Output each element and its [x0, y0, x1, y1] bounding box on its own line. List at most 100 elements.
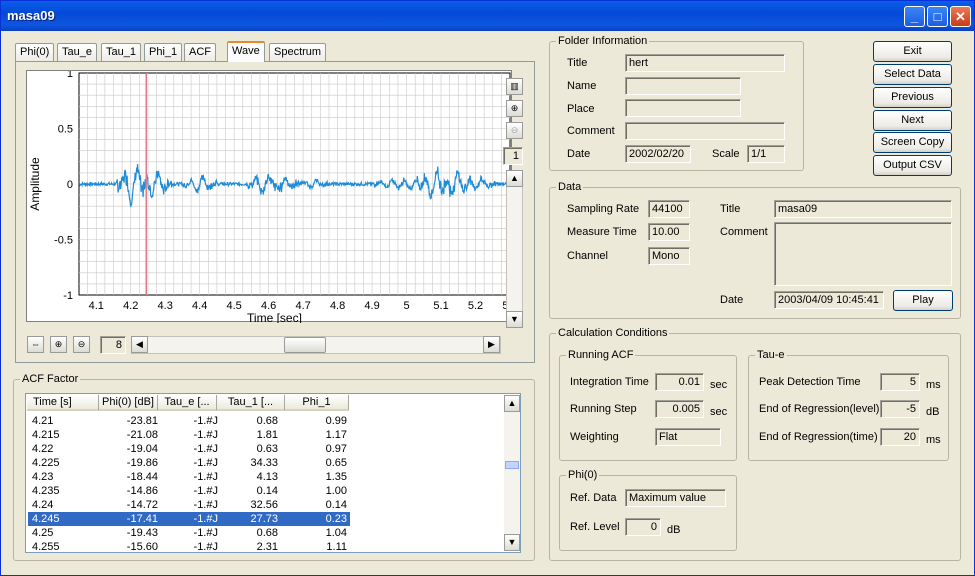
- table-cell: 4.235: [32, 485, 60, 497]
- scroll-down-icon[interactable]: ▼: [506, 311, 523, 328]
- minimize-button[interactable]: _: [904, 6, 925, 27]
- regression-time-label: End of Regression(time): [759, 431, 878, 443]
- close-button[interactable]: ✕: [950, 6, 971, 27]
- table-row[interactable]: 4.245 -17.41 -1.#J 27.73 0.23: [28, 512, 350, 526]
- table-cell: -1.#J: [193, 443, 218, 455]
- integration-time-field[interactable]: 0.01: [655, 373, 704, 391]
- split-icon[interactable]: ▥: [506, 78, 523, 95]
- select-data-button[interactable]: Select Data: [873, 64, 952, 85]
- data-title-label: Title: [720, 203, 741, 215]
- regression-level-field[interactable]: -5: [880, 400, 920, 418]
- table-cell: -18.44: [126, 471, 158, 483]
- horizontal-scrollbar[interactable]: ◀ ▶: [131, 336, 501, 354]
- folder-name-field[interactable]: [625, 77, 741, 95]
- fit-width-icon[interactable]: ⇔: [27, 336, 44, 353]
- h-zoom-in-icon[interactable]: ⊕: [50, 336, 67, 353]
- ref-level-field[interactable]: 0: [625, 518, 661, 536]
- table-cell: 32.56: [250, 499, 278, 511]
- col-phi-1[interactable]: Phi_1: [285, 395, 349, 411]
- x-tick-label: 4.8: [330, 300, 345, 312]
- folder-date-field[interactable]: 2002/02/20: [625, 145, 691, 163]
- scroll-up-icon[interactable]: ▲: [506, 170, 523, 187]
- tab-tau-e[interactable]: Tau_e: [57, 43, 97, 61]
- tab-phi0[interactable]: Phi(0): [15, 43, 55, 61]
- table-row[interactable]: 4.235 -14.86 -1.#J 0.14 1.00: [28, 484, 350, 498]
- running-step-field[interactable]: 0.005: [655, 400, 704, 418]
- col-phi0[interactable]: Phi(0) [dB]: [99, 395, 158, 411]
- col-time[interactable]: Time [s]: [27, 395, 99, 411]
- table-row[interactable]: 4.23 -18.44 -1.#J 4.13 1.35: [28, 470, 350, 484]
- zoom-out-icon[interactable]: ⊖: [506, 122, 523, 139]
- peak-detection-field[interactable]: 5: [880, 373, 920, 391]
- list-scroll-thumb[interactable]: [505, 461, 519, 469]
- table-row[interactable]: 4.215 -21.08 -1.#J 1.81 1.17: [28, 428, 350, 442]
- regression-time-field[interactable]: 20: [880, 428, 920, 446]
- measure-time-field[interactable]: 10.00: [648, 223, 690, 241]
- exit-button[interactable]: Exit: [873, 41, 952, 62]
- weighting-field[interactable]: Flat: [655, 428, 721, 446]
- table-cell: -19.43: [126, 527, 158, 539]
- folder-title-label: Title: [567, 57, 588, 69]
- table-cell: -17.41: [126, 513, 158, 525]
- tab-acf[interactable]: ACF: [184, 43, 216, 61]
- folder-title-field[interactable]: hert: [625, 54, 785, 72]
- scroll-right-icon[interactable]: ▶: [483, 336, 500, 353]
- list-scroll-up-icon[interactable]: ▲: [504, 395, 520, 412]
- table-cell: 27.73: [250, 513, 278, 525]
- folder-scale-field[interactable]: 1/1: [747, 145, 785, 163]
- ref-data-field[interactable]: Maximum value: [625, 489, 726, 507]
- channel-field[interactable]: Mono: [648, 247, 690, 265]
- table-cell: 0.68: [256, 415, 278, 427]
- sampling-rate-field[interactable]: 44100: [648, 200, 690, 218]
- table-cell: 0.63: [256, 443, 278, 455]
- page-value[interactable]: 1: [503, 147, 523, 165]
- y-tick-label: 1: [67, 71, 73, 80]
- table-cell: -1.#J: [193, 457, 218, 469]
- table-row[interactable]: 4.225 -19.86 -1.#J 34.33 0.65: [28, 456, 350, 470]
- col-tau-e[interactable]: Tau_e [...: [158, 395, 217, 411]
- output-csv-button[interactable]: Output CSV: [873, 155, 952, 176]
- table-row[interactable]: 4.255 -15.60 -1.#J 2.31 1.11: [28, 540, 350, 554]
- zoom-in-icon[interactable]: ⊕: [506, 100, 523, 117]
- measure-time-label: Measure Time: [567, 226, 637, 238]
- zoom-value[interactable]: 8: [100, 336, 126, 354]
- list-scroll-down-icon[interactable]: ▼: [504, 534, 520, 551]
- tab-tau-1[interactable]: Tau_1: [101, 43, 141, 61]
- table-row[interactable]: 4.24 -14.72 -1.#J 32.56 0.14: [28, 498, 350, 512]
- folder-comment-field[interactable]: [625, 122, 785, 140]
- table-cell: 0.97: [325, 443, 347, 455]
- table-cell: -19.86: [126, 457, 158, 469]
- acf-table[interactable]: Time [s] Phi(0) [dB] Tau_e [... Tau_1 [.…: [25, 393, 521, 553]
- screen-copy-button[interactable]: Screen Copy: [873, 132, 952, 153]
- scroll-left-icon[interactable]: ◀: [131, 336, 148, 353]
- integration-time-label: Integration Time: [570, 376, 649, 388]
- next-button[interactable]: Next: [873, 110, 952, 131]
- data-date-field[interactable]: 2003/04/09 10:45:41: [774, 291, 884, 309]
- table-row[interactable]: 4.25 -19.43 -1.#J 0.68 1.04: [28, 526, 350, 540]
- table-cell: -14.86: [126, 485, 158, 497]
- y-tick-label: 0: [67, 179, 73, 191]
- table-cell: -14.72: [126, 499, 158, 511]
- play-button[interactable]: Play: [893, 290, 953, 311]
- previous-button[interactable]: Previous: [873, 87, 952, 108]
- folder-place-field[interactable]: [625, 99, 741, 117]
- table-row[interactable]: 4.22 -19.04 -1.#J 0.63 0.97: [28, 442, 350, 456]
- table-cell: 0.14: [325, 499, 347, 511]
- title-bar[interactable]: masa09 _ □ ✕: [1, 1, 974, 31]
- tab-phi-1[interactable]: Phi_1: [144, 43, 183, 61]
- data-comment-field[interactable]: [774, 222, 952, 286]
- col-tau-1[interactable]: Tau_1 [...: [217, 395, 285, 411]
- main-window: masa09 _ □ ✕ Phi(0) Tau_e Tau_1 Phi_1 AC…: [0, 0, 975, 576]
- vertical-scrollbar[interactable]: ▲ ▼: [506, 170, 523, 328]
- table-cell: 4.225: [32, 457, 60, 469]
- maximize-button[interactable]: □: [927, 6, 948, 27]
- data-title-field[interactable]: masa09: [774, 200, 952, 218]
- tab-spectrum[interactable]: Spectrum: [269, 43, 327, 61]
- h-zoom-out-icon[interactable]: ⊖: [73, 336, 90, 353]
- table-row[interactable]: 4.21 -23.81 -1.#J 0.68 0.99: [28, 414, 350, 428]
- tab-wave[interactable]: Wave: [227, 41, 265, 62]
- list-scrollbar[interactable]: ▲ ▼: [504, 395, 520, 551]
- table-cell: 4.255: [32, 541, 60, 553]
- scroll-thumb[interactable]: [284, 337, 326, 353]
- x-tick-label: 5: [403, 300, 409, 312]
